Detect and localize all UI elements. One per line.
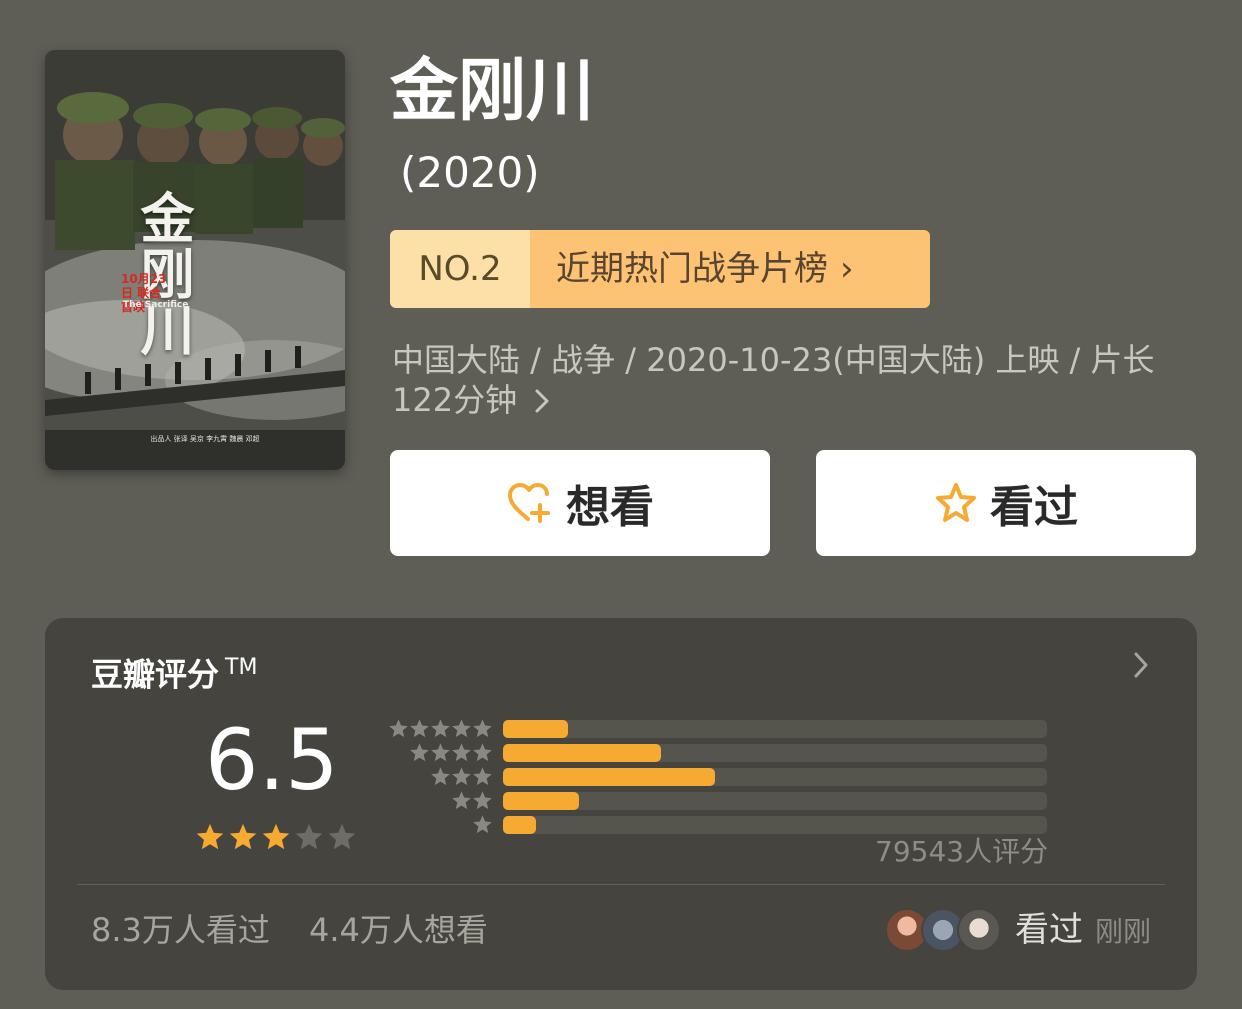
friend-avatars[interactable]: [885, 908, 1005, 954]
distribution-bar: [503, 816, 536, 834]
chevron-right-icon: [535, 389, 549, 413]
star-empty-icon: [295, 823, 323, 850]
distribution-stars: [430, 766, 493, 788]
distribution-stars: [451, 790, 493, 812]
star-outline-icon: [936, 483, 976, 522]
star-small-icon: [431, 743, 450, 762]
distribution-bar: [503, 768, 716, 786]
star-small-icon: [410, 743, 429, 762]
distribution-track: [503, 744, 1047, 762]
movie-poster[interactable]: 金刚川 10月23日 联合首映 The Sacrifice 出品人 张译 吴京 …: [45, 50, 345, 470]
want-to-watch-button[interactable]: 想看: [390, 450, 770, 556]
movie-year: (2020): [400, 148, 540, 197]
star-small-icon: [473, 791, 492, 810]
star-small-icon: [452, 743, 471, 762]
ranking-badge[interactable]: NO.2 近期热门战争片榜 ›: [390, 230, 930, 308]
ranking-list: 近期热门战争片榜 ›: [530, 230, 930, 308]
star-small-icon: [431, 767, 450, 786]
rating-score: 6.5: [205, 711, 339, 809]
heart-plus-icon: [508, 483, 550, 523]
rating-count[interactable]: 79543人评分: [875, 832, 1048, 872]
chevron-right-icon[interactable]: [1131, 650, 1151, 680]
rating-distribution-row: [383, 718, 1053, 742]
star-small-icon: [473, 743, 492, 762]
want-to-watch-label: 想看: [566, 482, 654, 533]
movie-meta-text: 中国大陆 / 战争 / 2020-10-23(中国大陆) 上映 / 片长 122…: [392, 341, 1155, 419]
chevron-right-icon: ›: [840, 249, 854, 289]
movie-detail-page: 金刚川 10月23日 联合首映 The Sacrifice 出品人 张译 吴京 …: [0, 0, 1242, 1009]
trademark: TM: [225, 655, 258, 680]
rating-distribution-row: [383, 790, 1053, 814]
rating-distribution-row: [383, 742, 1053, 766]
distribution-stars: [409, 742, 493, 764]
star-filled-icon: [229, 823, 257, 850]
movie-title: 金刚川: [390, 52, 595, 131]
rating-stars: [195, 822, 360, 852]
rating-distribution-row: [383, 766, 1053, 790]
star-small-icon: [473, 767, 492, 786]
star-filled-icon: [196, 823, 224, 850]
distribution-track: [503, 792, 1047, 810]
distribution-stars: [388, 718, 493, 740]
distribution-bar: [503, 720, 569, 738]
distribution-stars: [472, 814, 493, 836]
ranking-number: NO.2: [390, 230, 530, 308]
poster-english-title: The Sacrifice: [123, 300, 189, 310]
divider: [77, 884, 1165, 885]
rating-distribution: [383, 718, 1053, 838]
movie-meta-info[interactable]: 中国大陆 / 战争 / 2020-10-23(中国大陆) 上映 / 片长 122…: [392, 340, 1202, 420]
star-empty-icon: [328, 823, 356, 850]
star-small-icon: [473, 719, 492, 738]
star-small-icon: [452, 767, 471, 786]
ranking-list-name: 近期热门战争片榜: [556, 249, 828, 289]
avatar: [957, 908, 1001, 952]
star-small-icon: [452, 791, 471, 810]
watched-label: 看过: [990, 482, 1078, 533]
star-small-icon: [473, 815, 492, 834]
distribution-bar: [503, 792, 580, 810]
poster-artwork: [45, 50, 345, 470]
star-small-icon: [389, 719, 408, 738]
rating-card-title[interactable]: 豆瓣评分 TM: [91, 646, 257, 697]
star-small-icon: [452, 719, 471, 738]
distribution-track: [503, 768, 1047, 786]
distribution-track: [503, 720, 1047, 738]
star-filled-icon: [262, 823, 290, 850]
want-count[interactable]: 4.4万人想看: [309, 908, 488, 952]
rating-card: 豆瓣评分 TM 6.5 79543人评分 8.3万人看过 4.4万人想看 看过 刚…: [45, 618, 1197, 990]
distribution-bar: [503, 744, 661, 762]
star-small-icon: [431, 719, 450, 738]
watched-count[interactable]: 8.3万人看过: [91, 908, 270, 952]
poster-credits: 出品人 张译 吴京 李九霄 魏晨 邓超: [150, 435, 260, 443]
watched-button[interactable]: 看过: [816, 450, 1196, 556]
friend-activity-time: 刚刚: [1095, 915, 1152, 948]
star-small-icon: [410, 719, 429, 738]
rating-title: 豆瓣评分: [91, 655, 220, 694]
friend-activity-label: 看过: [1015, 910, 1083, 950]
